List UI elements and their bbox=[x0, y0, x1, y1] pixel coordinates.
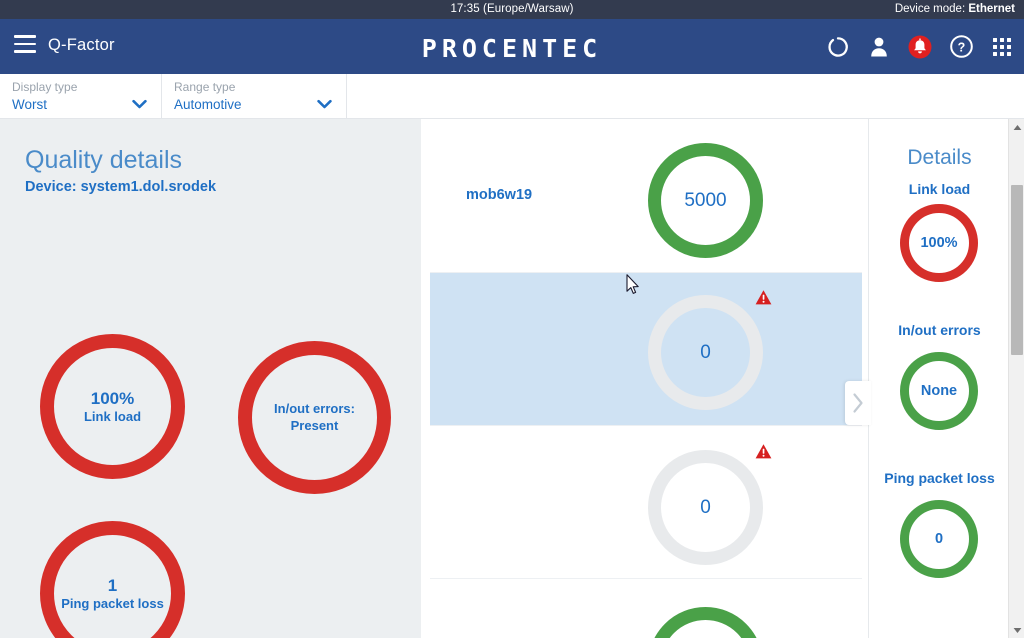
apps-grid-icon[interactable] bbox=[990, 35, 1014, 59]
page-scrollbar[interactable] bbox=[1008, 119, 1024, 638]
notifications-bell-icon[interactable] bbox=[908, 35, 932, 59]
chevron-down-icon bbox=[317, 96, 332, 114]
details-gauge-ping-packet-loss: 0 bbox=[900, 500, 978, 578]
gauge-value: 1 bbox=[107, 575, 118, 595]
gauge-ping-packet-loss: 1 Ping packet loss bbox=[40, 521, 185, 638]
display-type-select[interactable]: Display type Worst bbox=[0, 74, 162, 118]
user-icon[interactable] bbox=[867, 35, 891, 59]
table-row[interactable]: system1.scalance.xc 208 0 bbox=[430, 426, 862, 579]
chevron-down-icon bbox=[132, 96, 147, 114]
details-panel: Details Link load 100% In/out errors Non… bbox=[868, 119, 1009, 638]
warning-icon bbox=[755, 289, 772, 306]
table-row[interactable]: mob6w19 5000 bbox=[430, 119, 862, 273]
gauge-inout-errors: In/out errors: Present bbox=[238, 341, 391, 494]
table-row[interactable]: system1.dol.srodek 0 bbox=[430, 273, 862, 509]
scroll-up-arrow-icon[interactable] bbox=[1009, 119, 1024, 135]
quality-details-panel: Quality details Device: system1.dol.srod… bbox=[0, 119, 421, 638]
range-type-label: Range type bbox=[174, 80, 236, 94]
device-name: mob6w19 bbox=[466, 187, 533, 203]
svg-text:?: ? bbox=[957, 40, 965, 54]
refresh-icon[interactable] bbox=[826, 35, 850, 59]
quality-details-device: Device: system1.dol.srodek bbox=[25, 179, 217, 195]
display-type-value: Worst bbox=[12, 97, 48, 112]
gauge-label: Ping packet loss bbox=[61, 596, 164, 611]
details-gauge-inout-errors: None bbox=[900, 352, 978, 430]
clock-text: 17:35 (Europe/Warsaw) bbox=[450, 3, 574, 15]
details-gauge-link-load: 100% bbox=[900, 204, 978, 282]
filter-bar: Display type Worst Range type Automotive bbox=[0, 74, 1024, 119]
table-row[interactable] bbox=[430, 579, 862, 638]
apps-grid-dots bbox=[993, 37, 1011, 56]
gauge-label: Link load bbox=[83, 409, 142, 424]
status-strip: 17:35 (Europe/Warsaw) Device mode: Ether… bbox=[0, 0, 1024, 19]
details-panel-title: Details bbox=[907, 146, 972, 169]
device-gauge: 0 bbox=[648, 295, 763, 410]
warning-icon bbox=[755, 443, 772, 460]
application-window: 17:35 (Europe/Warsaw) Device mode: Ether… bbox=[0, 0, 1024, 638]
range-type-value: Automotive bbox=[174, 97, 242, 112]
device-mode-status: Device mode: Ethernet bbox=[895, 0, 1015, 19]
device-mode-value: Ethernet bbox=[968, 3, 1015, 15]
quality-details-title: Quality details bbox=[25, 146, 183, 174]
scrollbar-thumb[interactable] bbox=[1011, 185, 1023, 355]
help-icon[interactable]: ? bbox=[949, 35, 973, 59]
device-list-panel[interactable]: mob6w19 5000 system1.dol.srodek 0 system… bbox=[430, 119, 862, 638]
gauge-link-load: 100% Link load bbox=[40, 334, 185, 479]
details-label-ping-packet-loss: Ping packet loss bbox=[884, 470, 995, 486]
expand-details-chevron-right-icon[interactable] bbox=[845, 381, 871, 425]
main-header: Q-Factor PROCENTEC ? bbox=[0, 19, 1024, 74]
device-gauge bbox=[648, 607, 763, 638]
gauge-label-line1: In/out errors: bbox=[274, 401, 355, 417]
gauge-value: 100% bbox=[90, 388, 135, 408]
header-icon-group: ? bbox=[826, 19, 1014, 74]
device-gauge: 0 bbox=[648, 450, 763, 565]
scroll-down-arrow-icon[interactable] bbox=[1009, 622, 1024, 638]
device-mode-label: Device mode: bbox=[894, 3, 966, 15]
display-type-label: Display type bbox=[12, 80, 78, 94]
details-label-link-load: Link load bbox=[908, 181, 971, 197]
gauge-label-line2: Present bbox=[290, 417, 339, 433]
range-type-select[interactable]: Range type Automotive bbox=[162, 74, 347, 118]
device-gauge: 5000 bbox=[648, 143, 763, 258]
details-label-inout-errors: In/out errors bbox=[898, 322, 981, 338]
